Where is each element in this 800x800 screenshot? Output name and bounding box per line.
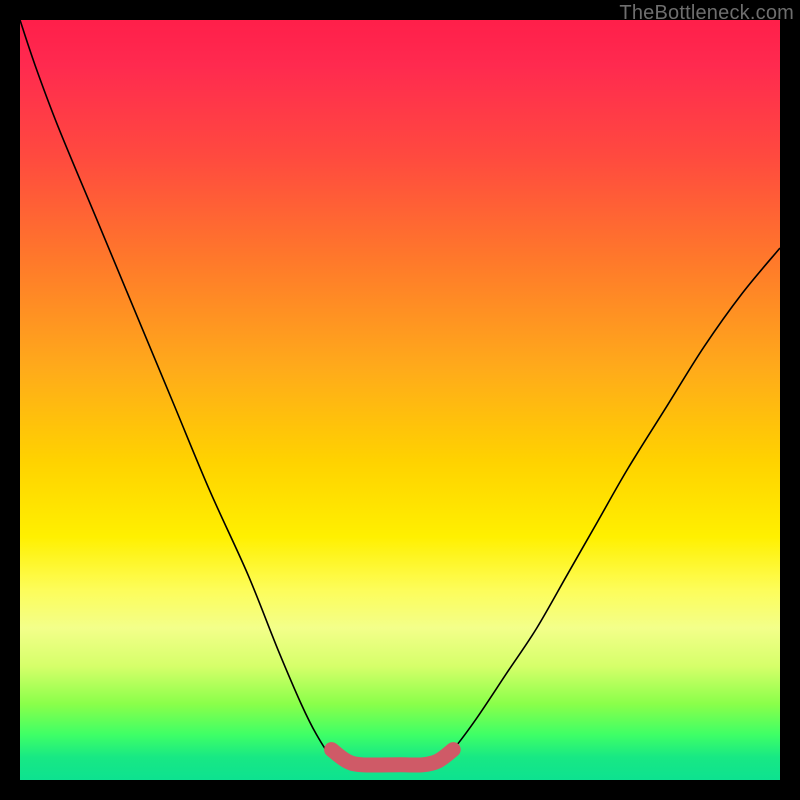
chart-frame: TheBottleneck.com [0, 0, 800, 800]
curve-layer [20, 20, 780, 780]
valley-highlight [332, 750, 454, 765]
curve-left-branch [20, 20, 347, 765]
watermark-text: TheBottleneck.com [619, 2, 794, 25]
curve-right-branch [438, 248, 780, 765]
plot-area [20, 20, 780, 780]
